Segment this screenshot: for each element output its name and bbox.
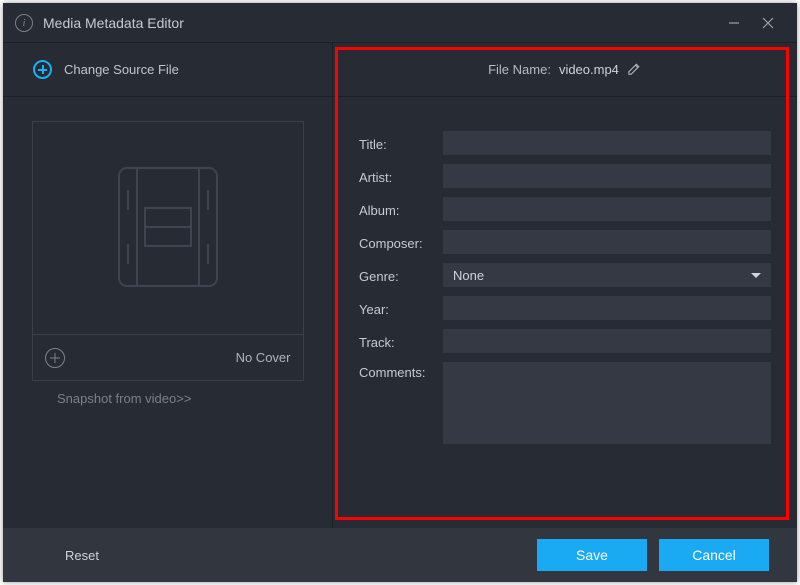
row-comments: Comments: bbox=[359, 362, 771, 444]
no-cover-label: No Cover bbox=[236, 350, 291, 365]
label-year: Year: bbox=[359, 299, 443, 317]
app-window: i Media Metadata Editor Change Source Fi… bbox=[3, 3, 797, 582]
input-album[interactable] bbox=[443, 197, 771, 221]
label-composer: Composer: bbox=[359, 233, 443, 251]
filename-value: video.mp4 bbox=[559, 62, 619, 77]
label-artist: Artist: bbox=[359, 167, 443, 185]
input-track[interactable] bbox=[443, 329, 771, 353]
filename-row: File Name: video.mp4 bbox=[333, 43, 797, 97]
snapshot-link[interactable]: Snapshot from video>> bbox=[25, 381, 310, 406]
cancel-button[interactable]: Cancel bbox=[659, 539, 769, 571]
add-cover-button[interactable] bbox=[45, 348, 65, 368]
left-panel: Change Source File bbox=[3, 43, 333, 528]
change-source-button[interactable]: Change Source File bbox=[3, 43, 332, 97]
window-title: Media Metadata Editor bbox=[43, 15, 717, 31]
row-artist: Artist: bbox=[359, 164, 771, 188]
cover-footer: No Cover bbox=[33, 334, 303, 380]
label-track: Track: bbox=[359, 332, 443, 350]
close-button[interactable] bbox=[751, 9, 785, 37]
row-year: Year: bbox=[359, 296, 771, 320]
pencil-icon bbox=[627, 61, 642, 76]
cover-area: No Cover Snapshot from video>> bbox=[3, 97, 332, 414]
label-comments: Comments: bbox=[359, 362, 443, 380]
input-title[interactable] bbox=[443, 131, 771, 155]
footer-bar: Reset Save Cancel bbox=[3, 528, 797, 582]
info-icon: i bbox=[15, 14, 33, 32]
minimize-button[interactable] bbox=[717, 9, 751, 37]
cover-box: No Cover bbox=[32, 121, 304, 381]
input-year[interactable] bbox=[443, 296, 771, 320]
plus-circle-icon bbox=[33, 60, 52, 79]
cover-preview bbox=[33, 122, 303, 334]
row-title: Title: bbox=[359, 131, 771, 155]
label-genre: Genre: bbox=[359, 266, 443, 284]
save-button[interactable]: Save bbox=[537, 539, 647, 571]
dialog-body: Change Source File bbox=[3, 43, 797, 528]
row-album: Album: bbox=[359, 197, 771, 221]
input-comments[interactable] bbox=[443, 362, 771, 444]
right-panel: File Name: video.mp4 Title: Artist: bbox=[333, 43, 797, 528]
film-icon bbox=[113, 162, 223, 295]
row-track: Track: bbox=[359, 329, 771, 353]
edit-filename-button[interactable] bbox=[627, 61, 642, 79]
label-album: Album: bbox=[359, 200, 443, 218]
change-source-label: Change Source File bbox=[64, 62, 179, 77]
select-genre[interactable]: None bbox=[443, 263, 771, 287]
metadata-form: Title: Artist: Album: Composer: Genre: bbox=[333, 97, 797, 473]
input-artist[interactable] bbox=[443, 164, 771, 188]
select-genre-value: None bbox=[453, 268, 484, 283]
input-composer[interactable] bbox=[443, 230, 771, 254]
label-title: Title: bbox=[359, 134, 443, 152]
filename-label: File Name: bbox=[488, 62, 551, 77]
row-genre: Genre: None bbox=[359, 263, 771, 287]
reset-button[interactable]: Reset bbox=[65, 548, 99, 563]
titlebar: i Media Metadata Editor bbox=[3, 3, 797, 43]
row-composer: Composer: bbox=[359, 230, 771, 254]
chevron-down-icon bbox=[751, 273, 761, 278]
